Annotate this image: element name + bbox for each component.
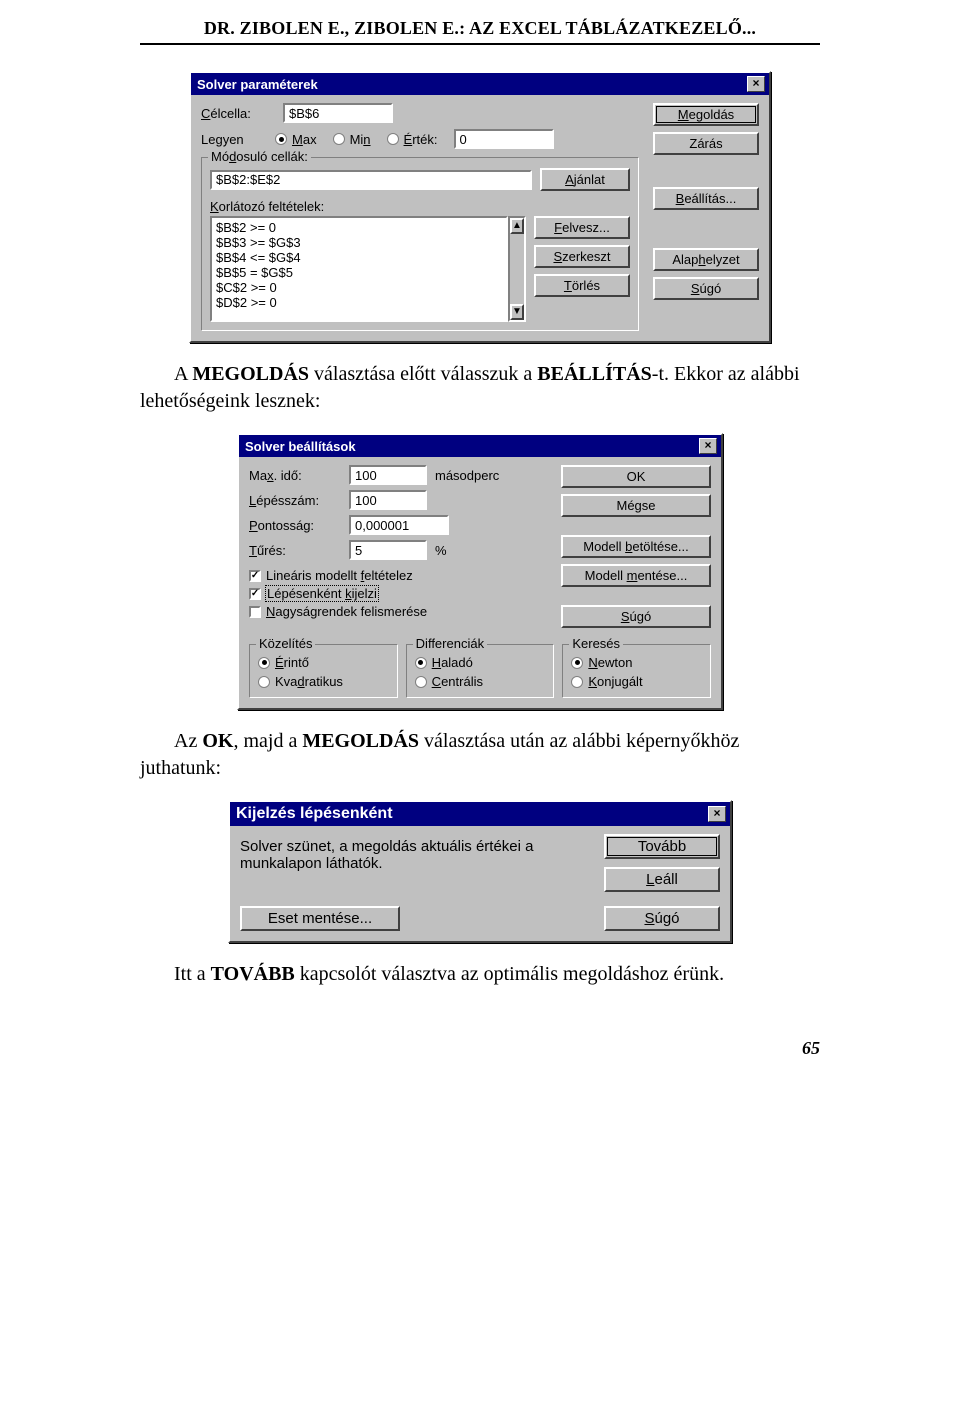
- paragraph-3: Itt a TOVÁBB kapcsolót választva az opti…: [140, 961, 820, 988]
- button-eset-mentese[interactable]: Eset mentése...: [240, 906, 400, 931]
- constraint-row: $C$2 >= 0: [216, 280, 502, 295]
- list-constraints[interactable]: $B$2 >= 0 $B$3 >= $G$3 $B$4 <= $G$4 $B$5…: [210, 216, 508, 322]
- button-megoldas[interactable]: Megoldás: [653, 103, 759, 126]
- legend-modosulo: Módosuló cellák:: [208, 149, 311, 164]
- radio-min[interactable]: Min: [333, 132, 371, 147]
- label-maxido: Max. idő:: [249, 468, 341, 483]
- paragraph-1: A MEGOLDÁS választása előtt válasszuk a …: [140, 361, 820, 415]
- page-number: 65: [140, 1038, 820, 1059]
- button-sugo[interactable]: Súgó: [604, 906, 720, 931]
- paragraph-2: Az OK, majd a MEGOLDÁS választása után a…: [140, 728, 820, 782]
- checkbox-nagysagrendek[interactable]: Nagyságrendek felismerése: [249, 604, 547, 619]
- button-ajanlat[interactable]: Ajánlat: [540, 168, 630, 191]
- close-icon[interactable]: ×: [699, 438, 717, 454]
- constraint-row: $B$5 = $G$5: [216, 265, 502, 280]
- close-icon[interactable]: ×: [747, 76, 765, 92]
- group-modosulo: Módosuló cellák: Ajánlat Korlátozó felté…: [201, 157, 639, 331]
- button-model-mentese[interactable]: Modell mentése...: [561, 564, 711, 587]
- running-header: DR. ZIBOLEN E., ZIBOLEN E.: AZ EXCEL TÁB…: [140, 18, 820, 39]
- scroll-down-icon[interactable]: ▼: [510, 304, 524, 320]
- radio-erinto[interactable]: Érintő: [258, 655, 389, 670]
- checkbox-linearis[interactable]: Lineáris modellt feltételez: [249, 568, 547, 583]
- label-pontossag: Pontosság:: [249, 518, 341, 533]
- title-text: Solver paraméterek: [197, 77, 318, 92]
- titlebar: Solver beállítások ×: [239, 435, 721, 457]
- button-szerkeszt[interactable]: Szerkeszt: [534, 245, 630, 268]
- input-modosulo[interactable]: [210, 170, 532, 190]
- radio-newton[interactable]: Newton: [571, 655, 702, 670]
- dialog-solver-options: Solver beállítások × Max. idő: másodperc…: [237, 433, 723, 710]
- button-zaras[interactable]: Zárás: [653, 132, 759, 155]
- constraint-row: $B$2 >= 0: [216, 220, 502, 235]
- label-korlatozo: Korlátozó feltételek:: [210, 199, 630, 214]
- label-legyen: Legyen: [201, 132, 259, 147]
- radio-halado[interactable]: Haladó: [415, 655, 546, 670]
- titlebar: Solver paraméterek ×: [191, 73, 769, 95]
- group-kozelites: Közelítés Érintő Kvadratikus: [249, 644, 398, 698]
- button-leall[interactable]: Leáll: [604, 867, 720, 892]
- input-lepesszam[interactable]: [349, 490, 427, 510]
- header-rule: [140, 43, 820, 45]
- unit-masodperc: másodperc: [435, 468, 499, 483]
- close-icon[interactable]: ×: [708, 806, 726, 822]
- input-pontossag[interactable]: [349, 515, 449, 535]
- message-text: Solver szünet, a megoldás aktuális érték…: [240, 834, 588, 892]
- legend-diff: Differenciák: [413, 636, 487, 651]
- button-felvesz[interactable]: Felvesz...: [534, 216, 630, 239]
- constraint-row: $B$3 >= $G$3: [216, 235, 502, 250]
- label-lepesszam: Lépésszám:: [249, 493, 341, 508]
- constraint-row: $B$4 <= $G$4: [216, 250, 502, 265]
- button-tovabb[interactable]: Tovább: [604, 834, 720, 859]
- dialog-solver-parameters: Solver paraméterek × Célcella: Legyen Ma…: [189, 71, 771, 343]
- label-tures: Tűrés:: [249, 543, 341, 558]
- button-beallitas[interactable]: Beállítás...: [653, 187, 759, 210]
- checkbox-lepesenkent[interactable]: Lépésenként kijelzi: [249, 586, 547, 601]
- input-ertek[interactable]: [454, 129, 554, 149]
- button-megse[interactable]: Mégse: [561, 494, 711, 517]
- radio-konjugalt[interactable]: Konjugált: [571, 674, 702, 689]
- group-differenciak: Differenciák Haladó Centrális: [406, 644, 555, 698]
- title-text: Solver beállítások: [245, 439, 356, 454]
- constraint-row: $D$2 >= 0: [216, 295, 502, 310]
- legend-kozelites: Közelítés: [256, 636, 315, 651]
- input-tures[interactable]: [349, 540, 427, 560]
- button-torles[interactable]: Törlés: [534, 274, 630, 297]
- input-maxido[interactable]: [349, 465, 427, 485]
- group-kereses: Keresés Newton Konjugált: [562, 644, 711, 698]
- titlebar: Kijelzés lépésenként ×: [230, 802, 730, 826]
- button-ok[interactable]: OK: [561, 465, 711, 488]
- radio-ertek[interactable]: Érték:: [387, 132, 438, 147]
- scrollbar[interactable]: ▲ ▼: [508, 216, 526, 322]
- dialog-show-stepwise: Kijelzés lépésenként × Solver szünet, a …: [228, 800, 732, 943]
- button-sugo[interactable]: Súgó: [653, 277, 759, 300]
- radio-kvadratikus[interactable]: Kvadratikus: [258, 674, 389, 689]
- button-model-betoltese[interactable]: Modell betöltése...: [561, 535, 711, 558]
- scroll-up-icon[interactable]: ▲: [510, 218, 524, 234]
- legend-kereses: Keresés: [569, 636, 623, 651]
- label-celcella: Célcella:: [201, 106, 275, 121]
- radio-centralis[interactable]: Centrális: [415, 674, 546, 689]
- button-alaphelyzet[interactable]: Alaphelyzet: [653, 248, 759, 271]
- button-sugo[interactable]: Súgó: [561, 605, 711, 628]
- radio-max[interactable]: Max: [275, 132, 317, 147]
- input-celcella[interactable]: [283, 103, 393, 123]
- unit-percent: %: [435, 543, 447, 558]
- title-text: Kijelzés lépésenként: [236, 805, 393, 823]
